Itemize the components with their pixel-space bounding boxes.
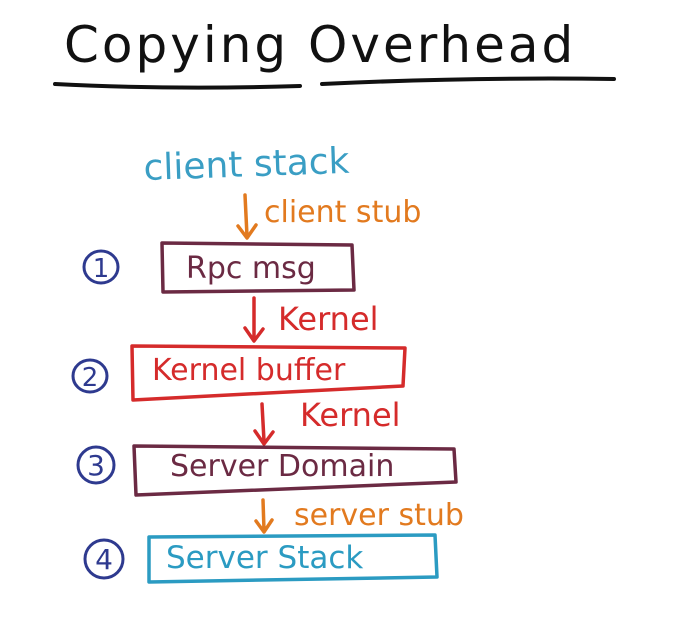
step-number-3: 3 [87, 449, 105, 482]
arrow-kernel-1 [243, 296, 265, 343]
arrow-label-server-stub: server stub [294, 498, 464, 533]
arrow-server-stub [254, 498, 274, 534]
client-stack-label: client stack [143, 141, 350, 189]
step-number-1: 1 [93, 254, 110, 284]
title-underline-right [320, 76, 616, 86]
arrow-kernel-2 [253, 402, 275, 446]
box-label-server-stack: Server Stack [166, 540, 363, 576]
box-label-server-domain: Server Domain [170, 449, 394, 484]
box-label-kernel-buffer: Kernel buffer [152, 353, 346, 388]
arrow-label-kernel-1: Kernel [278, 300, 379, 338]
title-underline-left [53, 82, 302, 90]
box-label-rpc-msg: Rpc msg [186, 251, 316, 286]
arrow-label-client-stub: client stub [264, 195, 421, 230]
arrow-label-kernel-2: Kernel [300, 396, 401, 434]
step-number-4: 4 [95, 543, 113, 576]
arrow-client-stub [236, 193, 258, 240]
page-title: Copying Overhead [64, 16, 576, 74]
step-number-2: 2 [82, 363, 99, 393]
copying-overhead-diagram: Copying Overhead client stack client stu… [53, 16, 616, 584]
